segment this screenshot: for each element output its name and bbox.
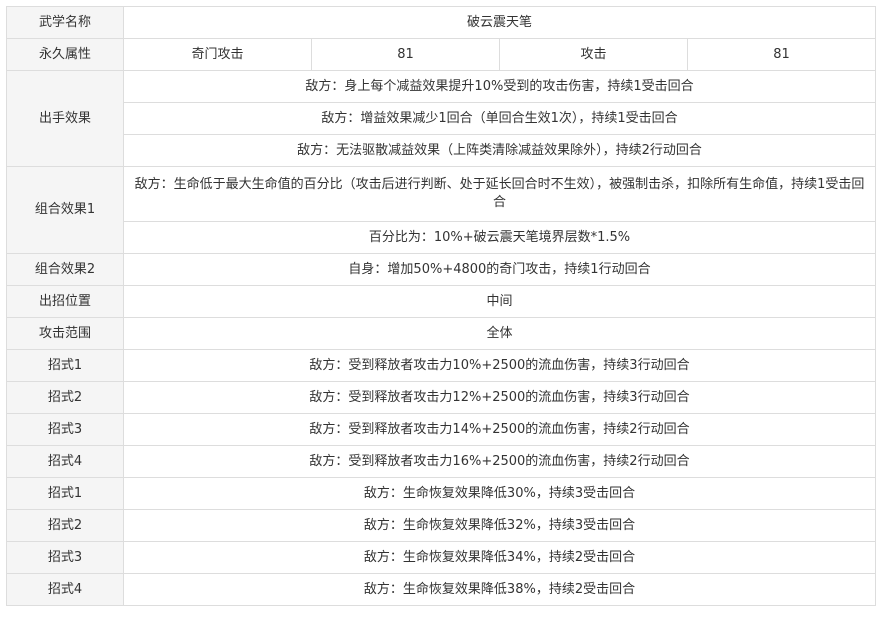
table-row-move: 招式4 敌方：生命恢复效果降低38%，持续2受击回合 <box>6 573 877 606</box>
table-row-effect-3: 敌方：无法驱散减益效果（上阵类清除减益效果除外），持续2行动回合 <box>7 134 877 167</box>
name-label: 武学名称 <box>6 6 124 39</box>
move-label: 招式3 <box>6 541 124 574</box>
move-label: 招式4 <box>6 573 124 606</box>
table-row-position: 出招位置 中间 <box>6 285 877 318</box>
table-row-move: 招式3 敌方：受到释放者攻击力14%+2500的流血伤害，持续2行动回合 <box>6 413 877 446</box>
table-row-effect-2: 敌方：增益效果减少1回合（单回合生效1次），持续1受击回合 <box>7 102 877 135</box>
table-row-combo1-b: 百分比为：10%+破云震天笔境界层数*1.5% <box>7 221 877 254</box>
combo1-label: 组合效果1 <box>6 166 124 254</box>
move-label: 招式2 <box>6 509 124 542</box>
combo2-value: 自身：增加50%+4800的奇门攻击，持续1行动回合 <box>122 253 877 286</box>
skill-table: 武学名称 破云震天笔 永久属性 奇门攻击 81 攻击 81 出手效果 敌方：身上… <box>6 6 877 606</box>
table-row-name: 武学名称 破云震天笔 <box>6 6 877 39</box>
table-row-combo1-a: 组合效果1 敌方：生命低于最大生命值的百分比（攻击后进行判断、处于延长回合时不生… <box>6 166 877 254</box>
move-value: 敌方：生命恢复效果降低32%，持续3受击回合 <box>122 509 877 542</box>
move-label: 招式3 <box>6 413 124 446</box>
move-label: 招式2 <box>6 381 124 414</box>
move-value: 敌方：受到释放者攻击力16%+2500的流血伤害，持续2行动回合 <box>122 445 877 478</box>
table-row-effect-1: 出手效果 敌方：身上每个减益效果提升10%受到的攻击伤害，持续1受击回合 <box>6 70 877 167</box>
move-value: 敌方：生命恢复效果降低34%，持续2受击回合 <box>122 541 877 574</box>
effect-label: 出手效果 <box>6 70 124 167</box>
table-row-move: 招式4 敌方：受到释放者攻击力16%+2500的流血伤害，持续2行动回合 <box>6 445 877 478</box>
table-row-range: 攻击范围 全体 <box>6 317 877 350</box>
effect-value-2: 敌方：增益效果减少1回合（单回合生效1次），持续1受击回合 <box>122 102 877 135</box>
table-row-permanent-attributes: 永久属性 奇门攻击 81 攻击 81 <box>6 38 877 71</box>
move-value: 敌方：生命恢复效果降低30%，持续3受击回合 <box>122 477 877 510</box>
effect-value-3: 敌方：无法驱散减益效果（上阵类清除减益效果除外），持续2行动回合 <box>122 134 877 167</box>
range-value: 全体 <box>122 317 877 350</box>
combo1-value-1: 敌方：生命低于最大生命值的百分比（攻击后进行判断、处于延长回合时不生效），被强制… <box>122 166 877 222</box>
perm-value-4: 81 <box>686 38 877 71</box>
table-row-move: 招式1 敌方：生命恢复效果降低30%，持续3受击回合 <box>6 477 877 510</box>
perm-label: 永久属性 <box>6 38 124 71</box>
perm-value-1: 奇门攻击 <box>123 38 312 71</box>
effect-value-1: 敌方：身上每个减益效果提升10%受到的攻击伤害，持续1受击回合 <box>122 70 877 103</box>
move-label: 招式1 <box>6 349 124 382</box>
name-value: 破云震天笔 <box>122 6 877 39</box>
move-value: 敌方：受到释放者攻击力12%+2500的流血伤害，持续3行动回合 <box>122 381 877 414</box>
range-label: 攻击范围 <box>6 317 124 350</box>
perm-value-3: 攻击 <box>499 38 688 71</box>
table-row-combo2: 组合效果2 自身：增加50%+4800的奇门攻击，持续1行动回合 <box>6 253 877 286</box>
table-row-move: 招式3 敌方：生命恢复效果降低34%，持续2受击回合 <box>6 541 877 574</box>
combo2-label: 组合效果2 <box>6 253 124 286</box>
move-label: 招式1 <box>6 477 124 510</box>
combo1-value-2: 百分比为：10%+破云震天笔境界层数*1.5% <box>122 221 877 254</box>
table-row-move: 招式2 敌方：生命恢复效果降低32%，持续3受击回合 <box>6 509 877 542</box>
move-value: 敌方：生命恢复效果降低38%，持续2受击回合 <box>122 573 877 606</box>
perm-value-2: 81 <box>311 38 500 71</box>
table-row-move: 招式2 敌方：受到释放者攻击力12%+2500的流血伤害，持续3行动回合 <box>6 381 877 414</box>
move-label: 招式4 <box>6 445 124 478</box>
position-value: 中间 <box>122 285 877 318</box>
move-value: 敌方：受到释放者攻击力14%+2500的流血伤害，持续2行动回合 <box>122 413 877 446</box>
table-row-move: 招式1 敌方：受到释放者攻击力10%+2500的流血伤害，持续3行动回合 <box>6 349 877 382</box>
position-label: 出招位置 <box>6 285 124 318</box>
move-value: 敌方：受到释放者攻击力10%+2500的流血伤害，持续3行动回合 <box>122 349 877 382</box>
